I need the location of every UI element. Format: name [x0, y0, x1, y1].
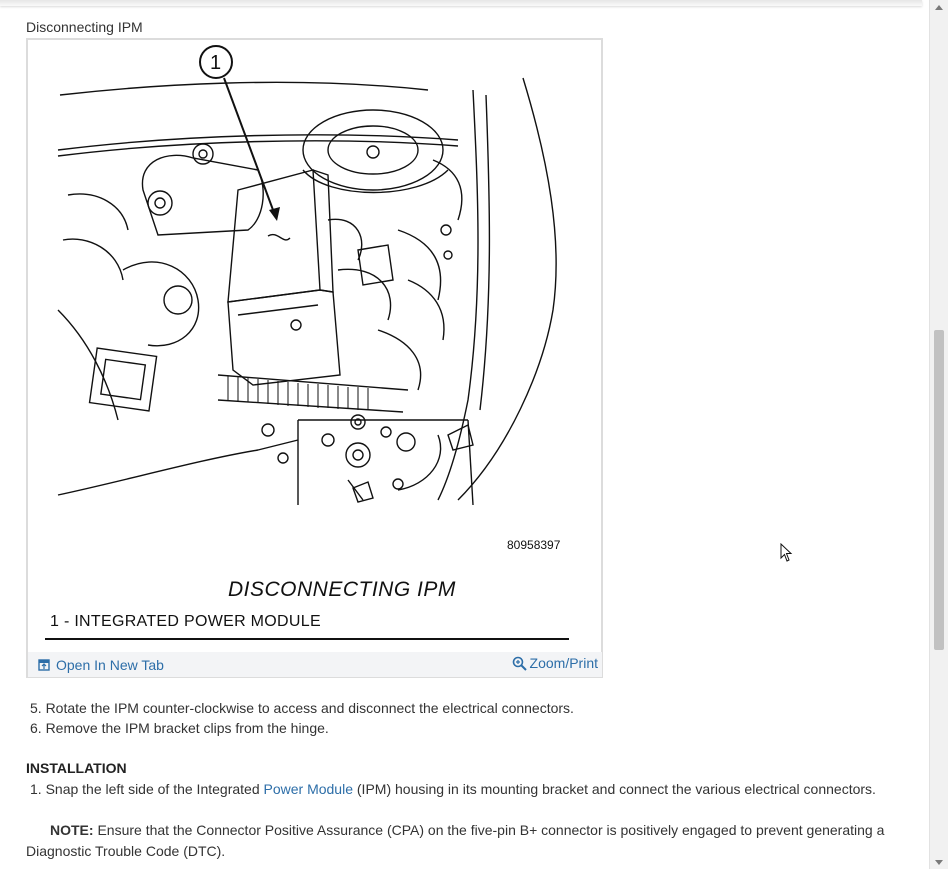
note-label: NOTE:: [50, 822, 94, 838]
removal-step-6: 6. Remove the IPM bracket clips from the…: [30, 720, 329, 736]
figure-title: DISCONNECTING IPM: [228, 578, 456, 601]
installation-step-1-suffix: (IPM) housing in its mounting bracket an…: [353, 781, 876, 797]
scroll-up-arrow-icon[interactable]: [935, 5, 943, 10]
open-in-new-tab-label: Open In New Tab: [56, 657, 164, 673]
figure-legend-item: 1 - INTEGRATED POWER MODULE: [50, 613, 321, 630]
callout-1-label: 1: [210, 52, 221, 74]
magnifier-icon: [512, 656, 527, 671]
installation-note: NOTE: Ensure that the Connector Positive…: [26, 820, 906, 862]
power-module-link[interactable]: Power Module: [264, 781, 354, 797]
zoom-print-link[interactable]: Zoom/Print: [512, 655, 598, 671]
open-new-tab-icon: [38, 659, 50, 671]
mouse-pointer-icon: [780, 543, 793, 562]
open-in-new-tab-link[interactable]: Open In New Tab: [38, 657, 164, 673]
scrollbar-thumb[interactable]: [934, 330, 944, 650]
top-toolbar-edge: [0, 0, 922, 6]
figure-caption: Disconnecting IPM: [26, 19, 143, 35]
installation-step-1: 1. Snap the left side of the Integrated …: [30, 781, 876, 797]
figure-divider: [45, 638, 569, 640]
figure-image-number: 80958397: [507, 538, 561, 552]
engine-compartment-illustration[interactable]: 1: [28, 40, 603, 510]
scroll-down-arrow-icon[interactable]: [935, 860, 943, 865]
vertical-scrollbar[interactable]: [929, 0, 948, 869]
installation-heading: INSTALLATION: [26, 760, 127, 776]
zoom-print-label: Zoom/Print: [529, 655, 598, 671]
note-text: Ensure that the Connector Positive Assur…: [26, 822, 885, 859]
installation-step-1-prefix: 1. Snap the left side of the Integrated: [30, 781, 264, 797]
removal-step-5: 5. Rotate the IPM counter-clockwise to a…: [30, 700, 574, 716]
figure-footer: Open In New Tab Zoom/Print: [28, 652, 602, 677]
